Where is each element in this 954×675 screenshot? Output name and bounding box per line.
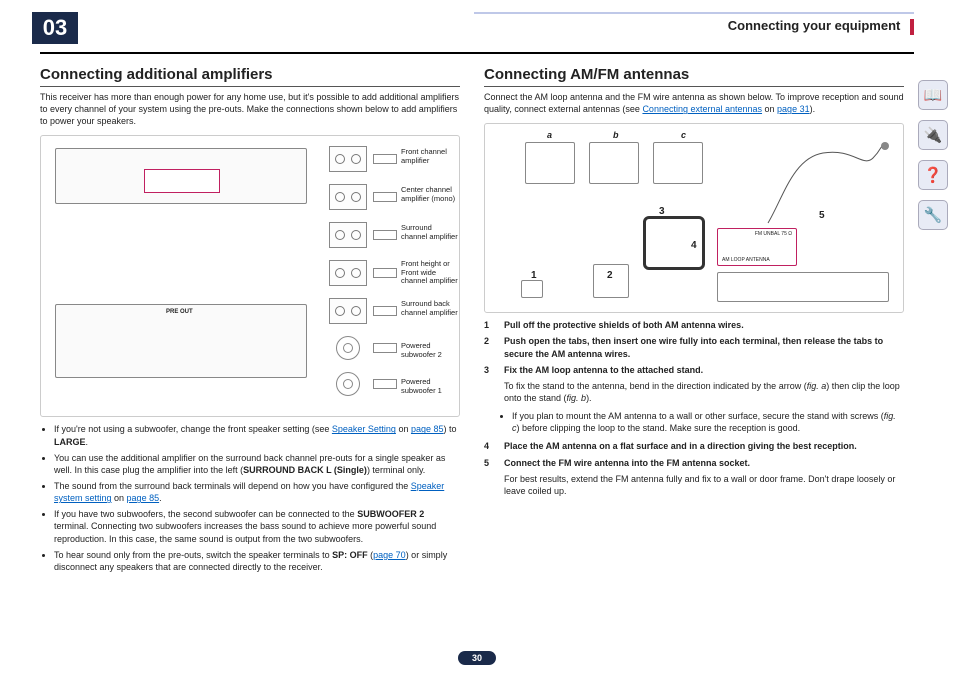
left-intro: This receiver has more than enough power…: [40, 91, 460, 127]
link-speaker-setting[interactable]: Speaker Setting: [332, 424, 396, 434]
amplifier-diagram: PRE OUT Front channel amplifier Center c…: [40, 135, 460, 417]
book-icon[interactable]: 📖: [918, 80, 948, 110]
step-5: 5Connect the FM wire antenna into the FM…: [484, 457, 904, 469]
label-amp-sback: Surround back channel amplifier: [401, 300, 459, 317]
link-page31[interactable]: page 31: [777, 104, 810, 114]
left-bullets: If you're not using a subwoofer, change …: [40, 423, 460, 573]
label-amp-center: Center channel amplifier (mono): [401, 186, 459, 203]
amp-surround: [329, 222, 367, 248]
link-page85b[interactable]: page 85: [127, 493, 160, 503]
right-heading: Connecting AM/FM antennas: [484, 66, 904, 87]
amp-sback: [329, 298, 367, 324]
step-3-bullet: If you plan to mount the AM antenna to a…: [484, 410, 904, 434]
link-page70[interactable]: page 70: [373, 550, 406, 560]
side-icons: 📖 🔌 ❓ 🔧: [918, 80, 948, 230]
left-heading: Connecting additional amplifiers: [40, 66, 460, 87]
step-4: 4Place the AM antenna on a flat surface …: [484, 440, 904, 452]
amp-front: [329, 146, 367, 172]
label-sub2: Powered subwoofer 2: [401, 342, 459, 359]
label-amp-fhfw: Front height or Front wide channel ampli…: [401, 260, 459, 285]
amp-center: [329, 184, 367, 210]
fig-b: b: [613, 130, 619, 140]
help-icon[interactable]: ❓: [918, 160, 948, 190]
preout-label: PRE OUT: [166, 309, 193, 315]
header-title: Connecting your equipment: [728, 18, 901, 33]
fm-terminal-label: FM UNBAL 75 Ω: [755, 231, 792, 237]
equipment-icon[interactable]: 🔌: [918, 120, 948, 150]
bullet-1: If you're not using a subwoofer, change …: [54, 423, 460, 447]
am-terminal-label: AM LOOP ANTENNA: [722, 257, 770, 263]
step-2: 2Push open the tabs, then insert one wir…: [484, 335, 904, 359]
antenna-terminals: AM LOOP ANTENNA FM UNBAL 75 Ω: [717, 228, 797, 266]
antenna-steps: 1Pull off the protective shields of both…: [484, 319, 904, 497]
tab-insert-img: [593, 264, 629, 298]
page-number: 30: [458, 651, 496, 665]
fig-a-img: [525, 142, 575, 184]
subwoofer1: [336, 372, 360, 396]
amp-fh-fw: [329, 260, 367, 286]
label-sub1: Powered subwoofer 1: [401, 378, 459, 395]
am-loop-img: [643, 216, 705, 270]
link-ext-antennas[interactable]: Connecting external antennas: [642, 104, 762, 114]
fig-b-img: [589, 142, 639, 184]
label-amp-surround: Surround channel amplifier: [401, 224, 459, 241]
link-page85a[interactable]: page 85: [411, 424, 444, 434]
label-amp-front: Front channel amplifier: [401, 148, 459, 165]
receiver-front: [55, 148, 307, 204]
fig-c-img: [653, 142, 703, 184]
left-column: Connecting additional amplifiers This re…: [40, 66, 460, 579]
shield-img: [521, 280, 543, 298]
antenna-diagram: a b c 1 2 3 4 5 AM LOOP ANTENNA FM UNBAL…: [484, 123, 904, 313]
step-3: 3Fix the AM loop antenna to the attached…: [484, 364, 904, 376]
bullet-3: The sound from the surround back termina…: [54, 480, 460, 504]
bullet-4: If you have two subwoofers, the second s…: [54, 508, 460, 544]
right-column: Connecting AM/FM antennas Connect the AM…: [484, 66, 904, 579]
right-intro: Connect the AM loop antenna and the FM w…: [484, 91, 904, 115]
bullet-5: To hear sound only from the pre-outs, sw…: [54, 549, 460, 573]
network-icon[interactable]: 🔧: [918, 200, 948, 230]
fm-wire-icon: [763, 138, 893, 228]
fig-c: c: [681, 130, 686, 140]
receiver-rear-right: [717, 272, 889, 302]
receiver-rear-panel: PRE OUT: [55, 304, 307, 378]
fig-a: a: [547, 130, 552, 140]
page-header: 03 Connecting your equipment: [40, 12, 914, 54]
subwoofer2: [336, 336, 360, 360]
step-5-sub: For best results, extend the FM antenna …: [504, 473, 904, 497]
step-3-sub: To fix the stand to the antenna, bend in…: [504, 380, 904, 404]
chapter-number: 03: [32, 12, 78, 44]
step-1: 1Pull off the protective shields of both…: [484, 319, 904, 331]
bullet-2: You can use the additional amplifier on …: [54, 452, 460, 476]
